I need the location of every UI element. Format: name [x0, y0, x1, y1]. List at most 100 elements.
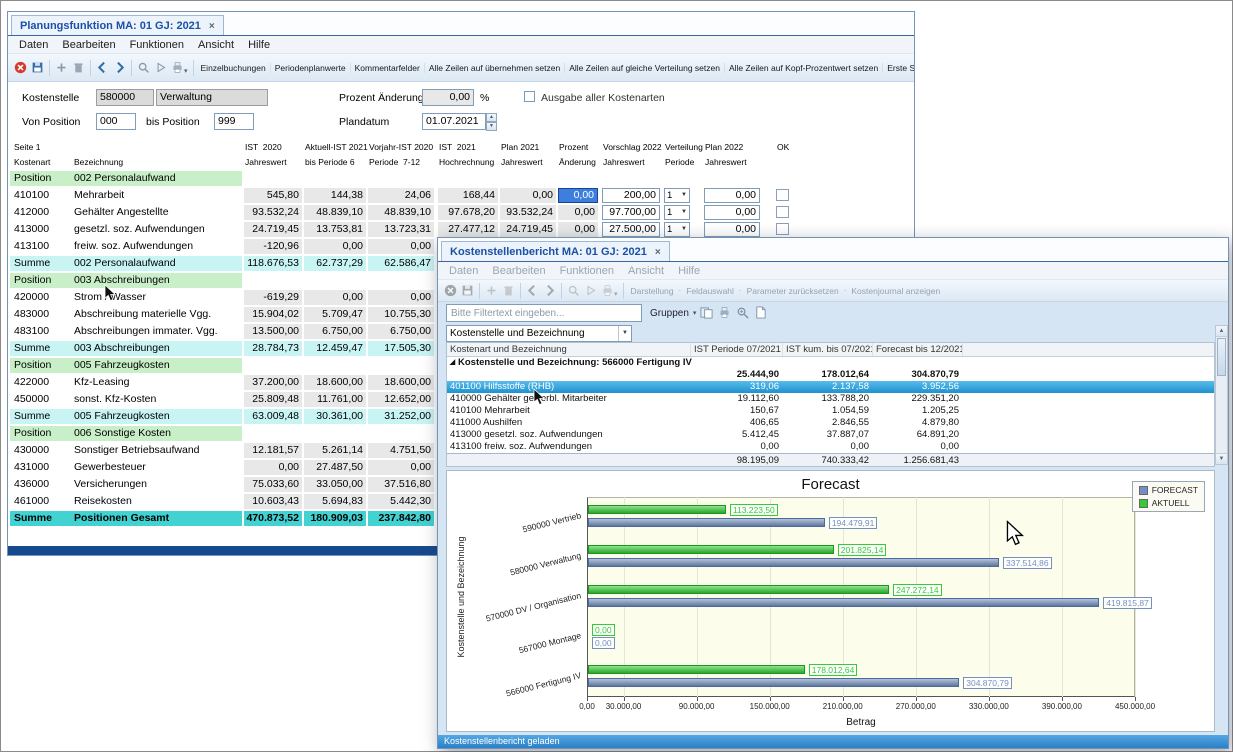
close-icon[interactable]: × — [209, 21, 215, 32]
menu-ansicht[interactable]: Ansicht — [191, 39, 241, 51]
ok-checkbox[interactable] — [776, 189, 789, 201]
bar-value-label-aktuell: 113.223,50 — [729, 504, 778, 516]
prozent-cell[interactable]: 0,00 — [558, 222, 598, 237]
aktuell-value: 5.694,83 — [304, 494, 366, 509]
forward-icon[interactable] — [541, 281, 558, 301]
von-position-field[interactable]: 000 — [96, 113, 136, 130]
bar-value-label-forecast: 194.479,91 — [828, 517, 878, 529]
save-icon[interactable] — [459, 281, 476, 301]
menu-funktionen[interactable]: Funktionen — [553, 265, 621, 277]
forward-icon[interactable] — [111, 58, 128, 78]
gruppen-dropdown-arrow[interactable]: ▾ — [693, 309, 697, 317]
save-icon[interactable] — [29, 58, 46, 78]
chevron-down-icon[interactable]: ▼ — [681, 206, 687, 219]
column-header[interactable]: IST kum. bis 07/2021 — [783, 343, 873, 356]
menu-bearbeiten[interactable]: Bearbeiten — [55, 39, 122, 51]
toolbar-button-6[interactable]: Erste Seite — [882, 62, 914, 73]
vorschlag-input[interactable]: 97.700,00 — [602, 205, 660, 220]
delete-icon[interactable] — [500, 281, 517, 301]
report-value: 19.112,60 — [737, 393, 779, 404]
vorschlag-input[interactable]: 200,00 — [602, 188, 660, 203]
search-icon[interactable] — [565, 281, 582, 301]
menu-funktionen[interactable]: Funktionen — [123, 39, 191, 51]
plandatum-field[interactable]: 01.07.2021 — [422, 113, 486, 130]
report-row[interactable]: 410000 Gehälter gewerbl. Mitarbeiter 19.1… — [447, 393, 1214, 405]
menu-bearbeiten[interactable]: Bearbeiten — [485, 265, 552, 277]
tab-kostenstellenbericht[interactable]: Kostenstellenbericht MA: 01 GJ: 2021 × — [441, 241, 670, 261]
plan2022-input[interactable]: 0,00 — [704, 222, 760, 237]
toolbar-button-0[interactable]: Einzelbuchungen — [197, 63, 270, 73]
print-icon[interactable] — [718, 306, 733, 321]
verteilung-select[interactable]: ▼ 1 — [664, 188, 690, 203]
column-header[interactable]: Kostenart und Bezeichnung — [447, 343, 691, 356]
grouping-select[interactable]: Kostenstelle und Bezeichnung ▼ — [446, 325, 632, 342]
report-row[interactable]: 413100 freiw. soz. Aufwendungen 0,00 0,00 0… — [447, 441, 1214, 453]
search-icon[interactable] — [135, 58, 152, 78]
report-row[interactable]: 411000 Aushilfen 406,65 2.846,55 4.879,80 — [447, 417, 1214, 429]
kostenstelle-nr-field[interactable]: 580000 — [96, 89, 154, 106]
kostenstelle-name-field[interactable]: Verwaltung — [156, 89, 268, 106]
prozent-aenderung-field[interactable]: 0,00 — [422, 89, 474, 106]
add-icon[interactable] — [53, 58, 70, 78]
toolbar-button-0[interactable]: Darstellung — [627, 286, 678, 296]
chevron-down-icon[interactable]: ▼ — [618, 326, 631, 341]
table-scrollbar[interactable]: ▲ ▼ — [1215, 325, 1228, 465]
menu-hilfe[interactable]: Hilfe — [241, 39, 277, 51]
toolbar-button-1[interactable]: Periodenplanwerte — [269, 62, 350, 73]
print-dropdown-arrow[interactable]: ▾ — [184, 67, 188, 75]
document-icon[interactable] — [754, 305, 769, 321]
verteilung-select[interactable]: ▼ 1 — [664, 222, 690, 237]
column-header[interactable]: Forecast bis 12/2021 — [873, 343, 963, 356]
prozent-cell[interactable]: 0,00 — [558, 188, 598, 203]
prozent-cell[interactable]: 0,00 — [558, 205, 598, 220]
print-icon[interactable] — [599, 281, 616, 301]
column-header[interactable]: IST Periode 07/2021 — [691, 343, 783, 356]
add-icon[interactable] — [483, 281, 500, 301]
ok-checkbox[interactable] — [776, 206, 789, 218]
delete-icon[interactable] — [70, 58, 87, 78]
report-row[interactable]: 401100 Hilfsstoffe (RHB) 319,06 2.137,58 3.… — [447, 381, 1214, 393]
report-row[interactable]: 410100 Mehrarbeit 150,67 1.054,59 1.205,25 — [447, 405, 1214, 417]
menu-daten[interactable]: Daten — [442, 265, 485, 277]
back-icon[interactable] — [524, 281, 541, 301]
menu-ansicht[interactable]: Ansicht — [621, 265, 671, 277]
toolbar-button-5[interactable]: Alle Zeilen auf Kopf-Prozentwert setzen — [723, 62, 882, 73]
kostenart-cell: Summe — [10, 409, 70, 424]
verteilung-select[interactable]: ▼ 1 — [664, 205, 690, 220]
toolbar-button-2[interactable]: Kommentarfelder — [349, 62, 424, 73]
vorschlag-input[interactable]: 27.500,00 — [602, 222, 660, 237]
scroll-thumb[interactable] — [1217, 338, 1226, 376]
toolbar-button-4[interactable]: Alle Zeilen auf gleiche Verteilung setze… — [564, 62, 724, 73]
spinner-up-icon[interactable]: ▲ — [486, 113, 497, 122]
filter-input[interactable] — [446, 304, 642, 322]
scroll-down-icon[interactable]: ▼ — [1216, 453, 1227, 464]
close-icon[interactable]: × — [655, 247, 661, 258]
report-group-row[interactable]: ◢ Kostenstelle und Bezeichnung: 566000 Fe… — [447, 357, 1214, 369]
spinner-down-icon[interactable]: ▼ — [486, 122, 497, 131]
toolbar-button-3[interactable]: Alle Zeilen auf übernehmen setzen — [423, 62, 564, 73]
tab-planungsfunktion[interactable]: Planungsfunktion MA: 01 GJ: 2021 × — [11, 15, 224, 35]
toolbar-button-2[interactable]: Parameter zurücksetzen — [743, 286, 843, 296]
plan2022-input[interactable]: 0,00 — [704, 205, 760, 220]
menu-hilfe[interactable]: Hilfe — [671, 265, 707, 277]
collapse-icon[interactable]: ◢ — [447, 357, 458, 369]
zoom-icon[interactable] — [736, 306, 751, 321]
play-icon[interactable] — [582, 281, 599, 301]
scroll-up-icon[interactable]: ▲ — [1216, 326, 1227, 337]
cancel-icon[interactable] — [442, 281, 459, 301]
ok-checkbox[interactable] — [776, 223, 789, 235]
bis-position-field[interactable]: 999 — [214, 113, 254, 130]
plandatum-spinner[interactable]: ▲ ▼ — [486, 113, 497, 131]
menu-daten[interactable]: Daten — [12, 39, 55, 51]
ausgabe-checkbox[interactable] — [524, 91, 535, 102]
play-icon[interactable] — [152, 58, 169, 78]
cards-icon[interactable] — [700, 306, 715, 321]
report-row[interactable]: 413000 gesetzl. soz. Aufwendungen 5.412,4… — [447, 429, 1214, 441]
back-icon[interactable] — [94, 58, 111, 78]
chevron-down-icon[interactable]: ▼ — [681, 223, 687, 236]
toolbar-button-1[interactable]: Feldauswahl — [682, 286, 738, 296]
toolbar-button-3[interactable]: Kostenjournal anzeigen — [847, 286, 944, 296]
plan2022-input[interactable]: 0,00 — [704, 188, 760, 203]
cancel-icon[interactable] — [12, 58, 29, 78]
chevron-down-icon[interactable]: ▼ — [681, 189, 687, 202]
